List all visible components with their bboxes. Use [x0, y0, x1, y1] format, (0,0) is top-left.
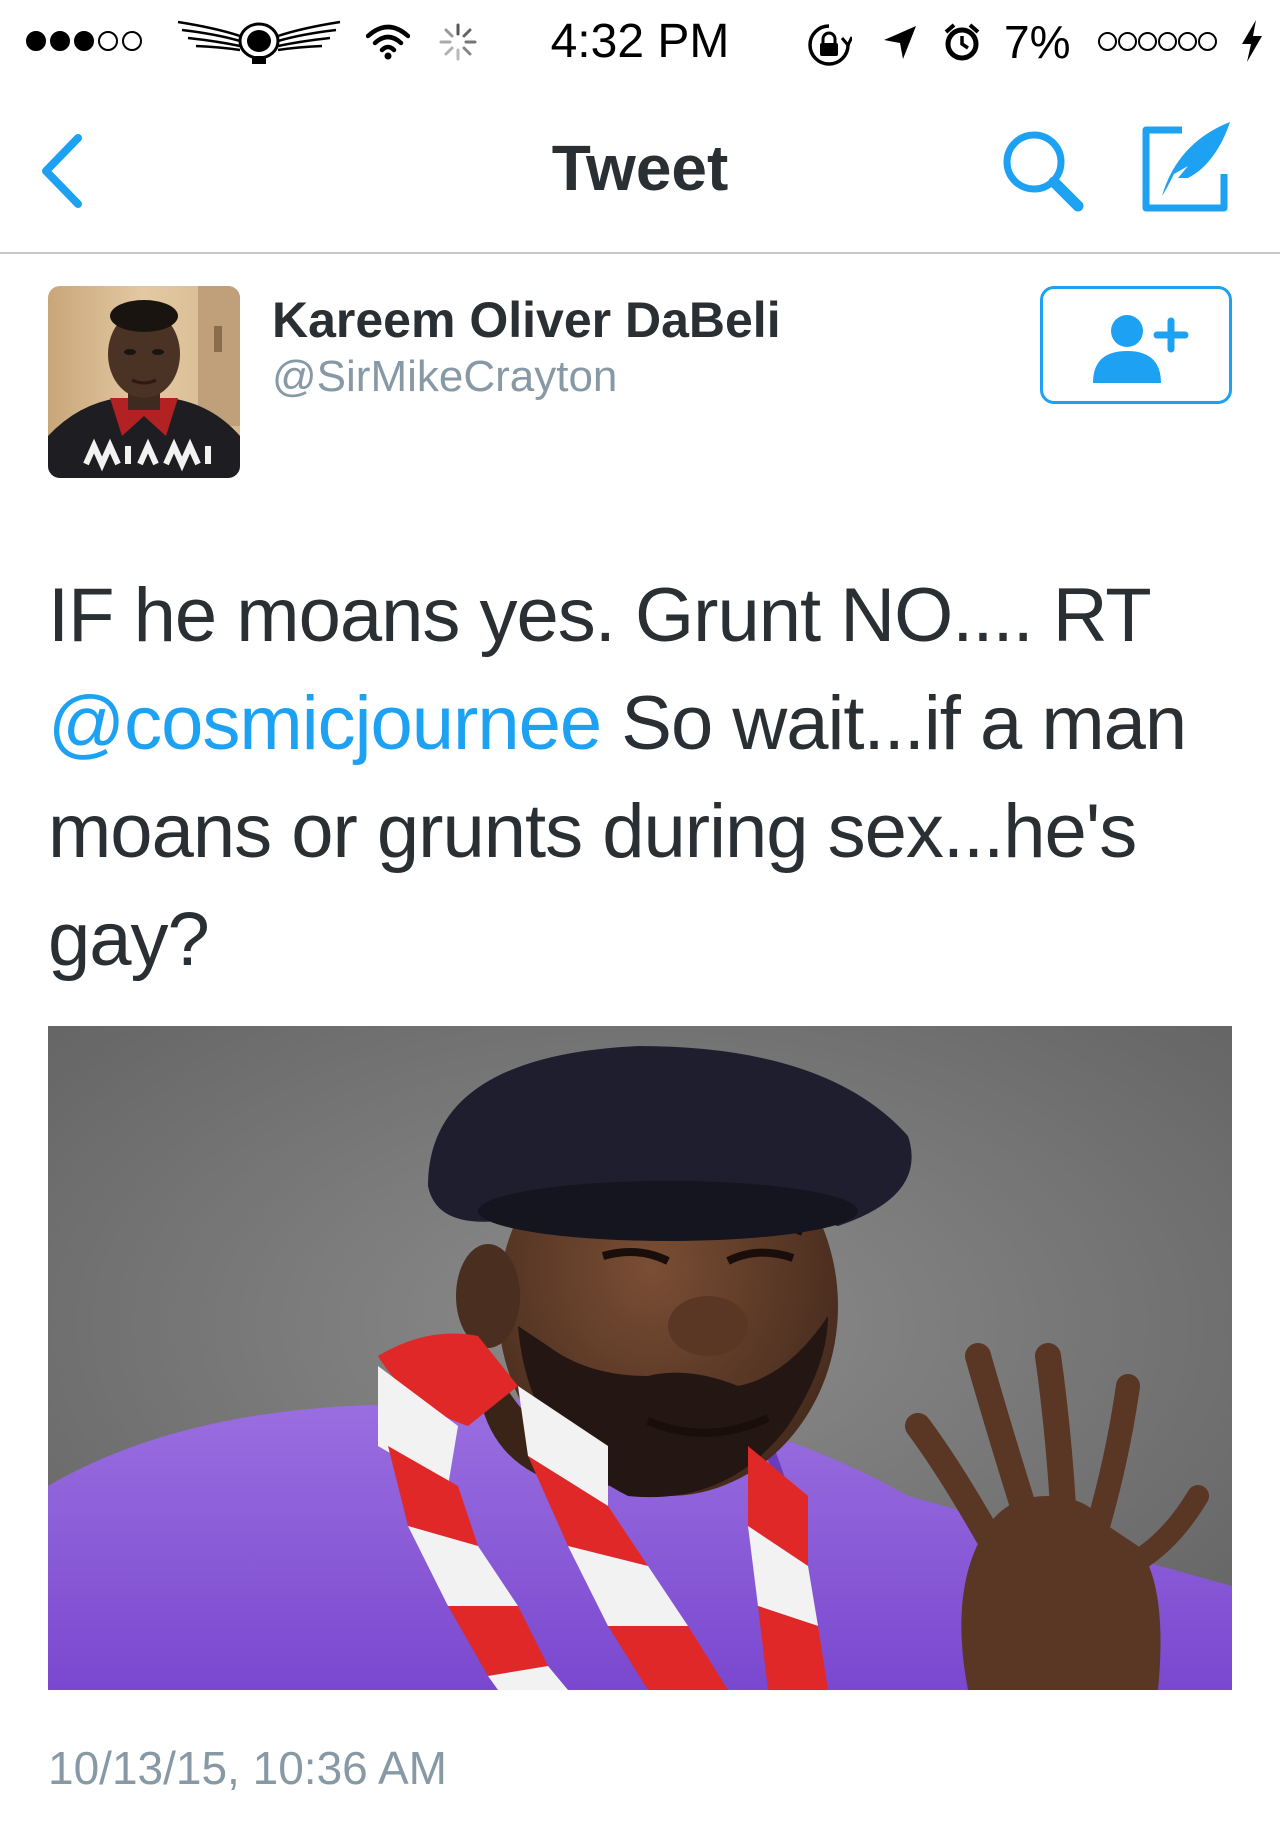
- location-arrow-icon: [884, 26, 916, 59]
- signal-dot: [122, 31, 142, 51]
- status-time: 4:32 PM: [550, 15, 730, 68]
- navigation-bar: Tweet: [0, 86, 1280, 254]
- chevron-left-icon: [42, 134, 82, 208]
- battery-dot: [1098, 32, 1117, 51]
- search-button[interactable]: [998, 126, 1088, 216]
- charging-bolt-icon: [1242, 20, 1262, 62]
- tweet-photo[interactable]: [48, 1026, 1232, 1690]
- avatar[interactable]: [48, 286, 240, 478]
- battery-dot: [1198, 32, 1217, 51]
- add-user-icon: [1093, 315, 1189, 383]
- battery-dot: [1138, 32, 1157, 51]
- tweet-timestamp: 10/13/15, 10:36 AM: [48, 1742, 447, 1794]
- user-display-name[interactable]: Kareem Oliver DaBeli: [272, 290, 781, 350]
- battery-dot: [1158, 32, 1177, 51]
- battery-percent: 7%: [1004, 16, 1071, 68]
- compose-icon: [1142, 122, 1230, 212]
- tweet-text-part: IF he moans yes. Grunt NO.... RT: [48, 573, 1150, 658]
- tweet-text: IF he moans yes. Grunt NO.... RT @cosmic…: [48, 562, 1238, 994]
- signal-dot: [74, 31, 94, 51]
- back-button[interactable]: [30, 126, 100, 216]
- cellular-signal-icon: [26, 31, 142, 51]
- user-handle[interactable]: @SirMikeCrayton: [272, 350, 617, 404]
- battery-level-icon: [1098, 32, 1217, 51]
- signal-dot: [26, 31, 46, 51]
- signal-dot: [98, 31, 118, 51]
- rotation-lock-icon: [808, 24, 852, 66]
- search-icon: [1003, 131, 1084, 212]
- signal-dot: [50, 31, 70, 51]
- alarm-clock-icon: [944, 23, 980, 61]
- battery-dot: [1178, 32, 1197, 51]
- carrier-logo-icon: [177, 20, 341, 64]
- follow-button[interactable]: [1040, 286, 1232, 404]
- status-bar: 4:32 PM 7%: [0, 0, 1280, 86]
- compose-tweet-button[interactable]: [1138, 116, 1238, 216]
- activity-spinner-icon: [439, 23, 477, 61]
- wifi-icon: [366, 24, 410, 60]
- page-title: Tweet: [551, 132, 729, 204]
- battery-dot: [1118, 32, 1137, 51]
- mention-link[interactable]: @cosmicjournee: [48, 681, 602, 766]
